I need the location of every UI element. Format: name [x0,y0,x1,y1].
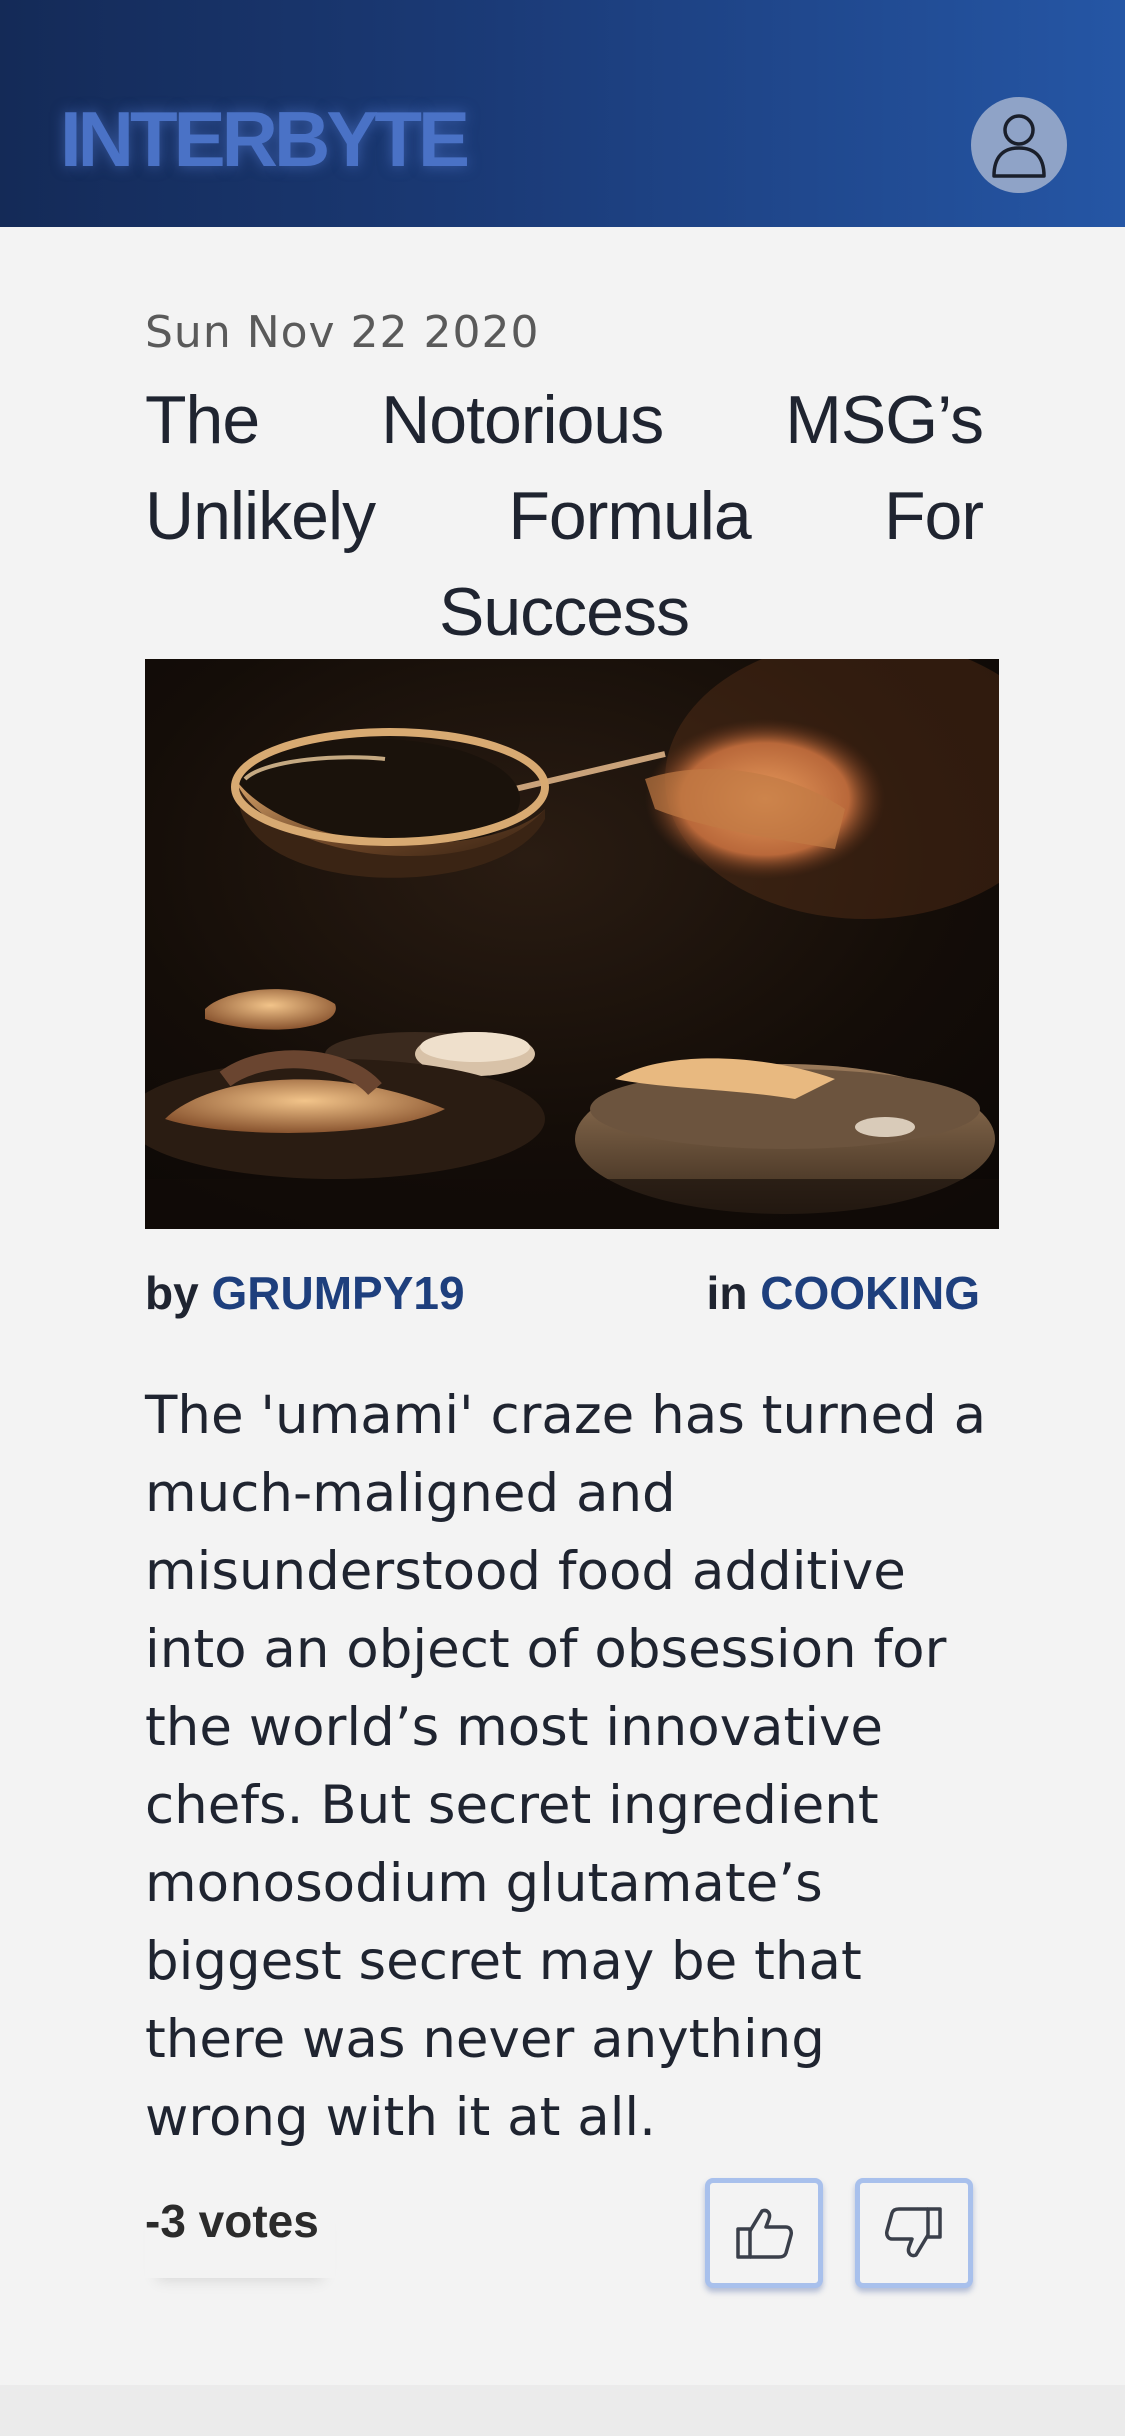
vote-count: -3 votes [145,2194,335,2278]
user-icon [992,114,1046,178]
downvote-button[interactable] [855,2178,973,2288]
cooking-photo [145,659,999,1229]
author-byline: by GRUMPY19 [145,1266,465,1320]
article-date: Sun Nov 22 2020 [145,307,540,358]
profile-button[interactable] [971,97,1067,193]
category-link[interactable]: COOKING [760,1267,980,1319]
category-line: in COOKING [707,1266,980,1320]
article-image [145,659,999,1229]
author-link[interactable]: GRUMPY19 [211,1267,464,1319]
by-label: by [145,1267,199,1319]
app-header: INTERBYTE [0,0,1125,227]
logo[interactable]: INTERBYTE [60,100,470,178]
article-title[interactable]: The Notorious MSG’s Unlikely Formula For… [145,372,984,660]
in-label: in [706,1267,748,1319]
thumbs-down-icon [885,2207,942,2258]
thumbs-up-icon [736,2208,793,2259]
article-summary: The 'umami' craze has turned a much-mali… [145,1385,987,2148]
upvote-button[interactable] [705,2178,823,2288]
